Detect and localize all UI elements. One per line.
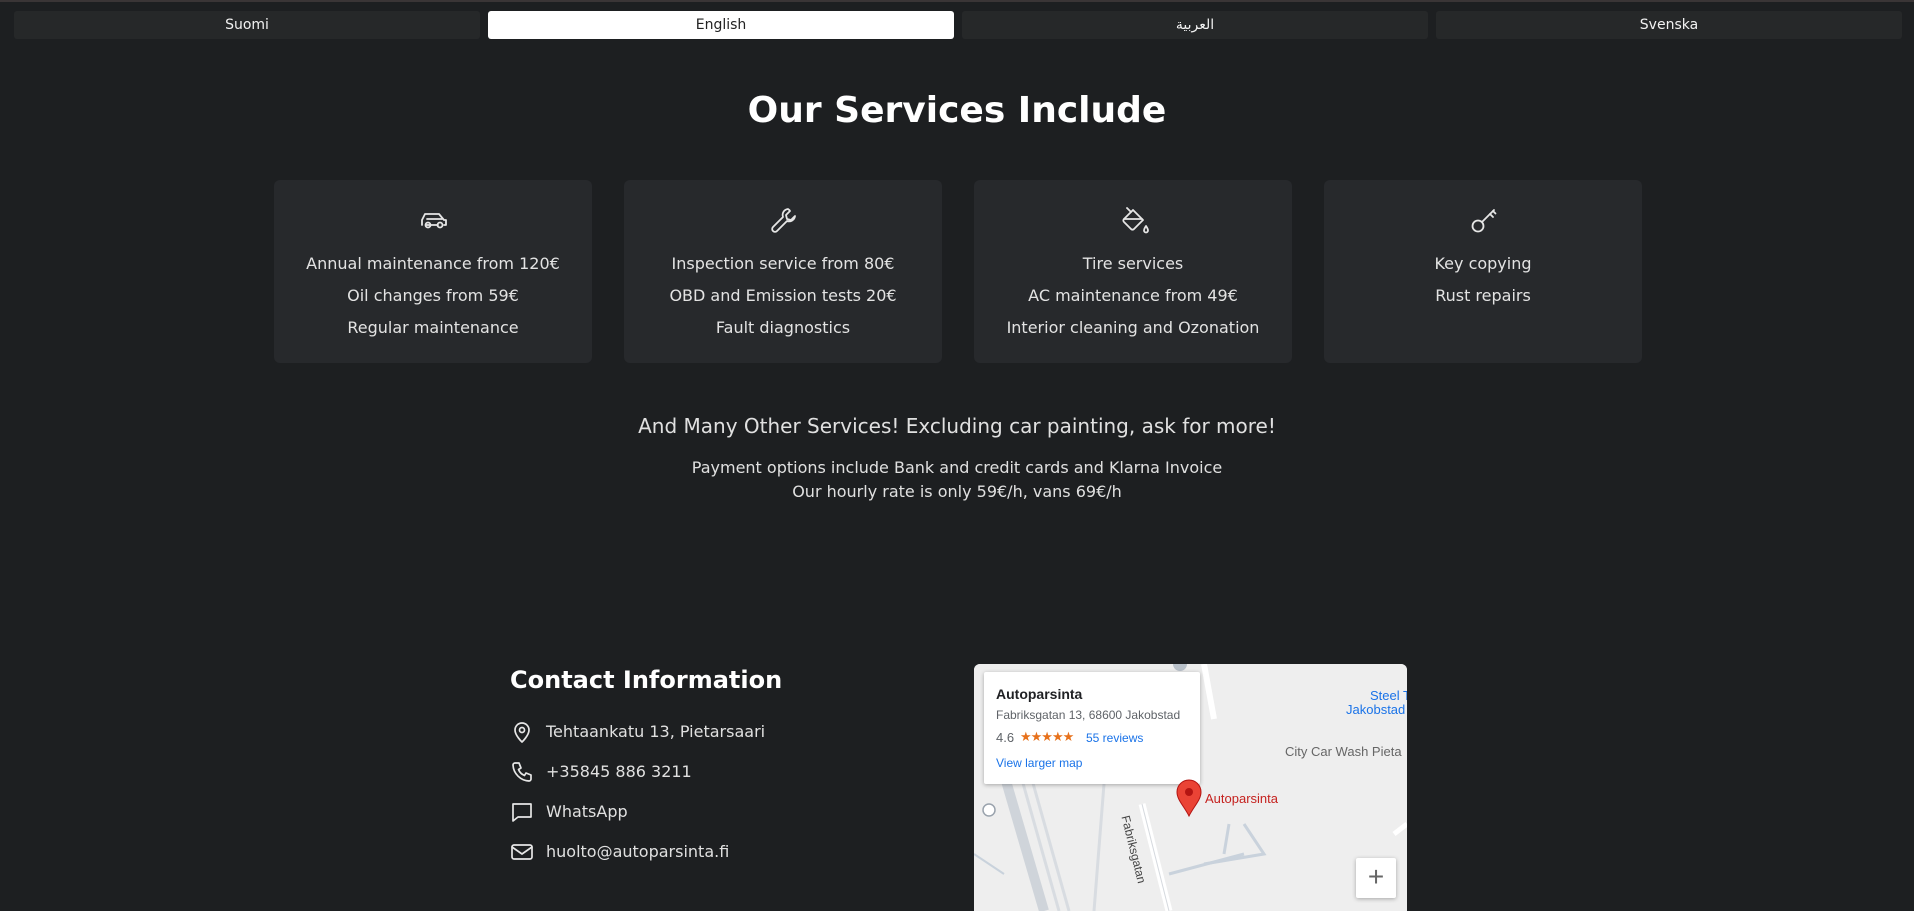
map-place-name: Autoparsinta xyxy=(996,686,1083,702)
whatsapp-link[interactable]: WhatsApp xyxy=(546,802,628,821)
service-line: AC maintenance from 49€ xyxy=(1028,286,1238,305)
star-rating-icon: ★★★★★ xyxy=(1020,729,1074,744)
map-pin-label: Autoparsinta xyxy=(1205,791,1278,806)
map-rating: 4.6 xyxy=(996,730,1015,745)
language-button-arabic[interactable]: العربية xyxy=(962,11,1428,39)
service-card-tires: Tire services AC maintenance from 49€ In… xyxy=(974,180,1292,363)
email-link[interactable]: huolto@autoparsinta.fi xyxy=(546,842,729,861)
map-pin-marker-icon[interactable] xyxy=(1174,778,1204,818)
map-place-card: Autoparsinta Fabriksgatan 13, 68600 Jako… xyxy=(984,672,1200,784)
paint-bucket-icon xyxy=(1118,204,1150,236)
service-line: Regular maintenance xyxy=(347,318,519,337)
service-line: Tire services xyxy=(1082,254,1184,273)
payment-options-text: Payment options include Bank and credit … xyxy=(691,458,1223,477)
map-poi-steel-line2: Jakobstad xyxy=(1346,702,1406,717)
service-line: Key copying xyxy=(1434,254,1532,273)
phone-link[interactable]: +35845 886 3211 xyxy=(546,762,692,781)
service-card-inspection: Inspection service from 80€ OBD and Emis… xyxy=(624,180,942,363)
car-icon xyxy=(418,204,450,236)
many-services-note: And Many Other Services! Excluding car p… xyxy=(638,414,1276,438)
language-bar: Suomi English العربية Svenska xyxy=(0,0,1914,40)
service-line: Annual maintenance from 120€ xyxy=(306,254,560,273)
page: Suomi English العربية Svenska Our Servic… xyxy=(0,0,1914,911)
language-button-english[interactable]: English xyxy=(488,11,954,39)
language-button-suomi[interactable]: Suomi xyxy=(14,11,480,39)
map-pin-icon xyxy=(510,720,534,744)
service-card-keys: Key copying Rust repairs xyxy=(1324,180,1642,363)
service-line: OBD and Emission tests 20€ xyxy=(669,286,897,305)
service-line: Oil changes from 59€ xyxy=(347,286,519,305)
embedded-map[interactable]: Autoparsinta Fabriksgatan 13, 68600 Jako… xyxy=(974,664,1407,911)
service-line: Inspection service from 80€ xyxy=(671,254,895,273)
mail-icon xyxy=(510,840,534,864)
map-poi-car-wash: City Car Wash Pieta xyxy=(1285,744,1402,759)
hourly-rate-text: Our hourly rate is only 59€/h, vans 69€/… xyxy=(792,482,1122,501)
service-line: Fault diagnostics xyxy=(715,318,851,337)
view-larger-map-link[interactable]: View larger map xyxy=(996,756,1082,770)
key-icon xyxy=(1468,204,1500,236)
service-line: Rust repairs xyxy=(1435,286,1531,305)
wrench-icon xyxy=(768,204,800,236)
message-icon xyxy=(510,800,534,824)
language-button-svenska[interactable]: Svenska xyxy=(1436,11,1902,39)
phone-icon xyxy=(510,760,534,784)
service-line: Interior cleaning and Ozonation xyxy=(1006,318,1260,337)
map-place-address: Fabriksgatan 13, 68600 Jakobstad xyxy=(996,708,1181,722)
map-reviews-link[interactable]: 55 reviews xyxy=(1086,731,1143,745)
map-zoom-in-button[interactable]: + xyxy=(1356,858,1396,898)
address-text: Tehtaankatu 13, Pietarsaari xyxy=(546,722,766,741)
contact-title: Contact Information xyxy=(510,666,783,694)
services-title: Our Services Include xyxy=(747,90,1167,131)
service-card-maintenance: Annual maintenance from 120€ Oil changes… xyxy=(274,180,592,363)
map-poi-steel-line1: Steel T xyxy=(1370,688,1407,703)
